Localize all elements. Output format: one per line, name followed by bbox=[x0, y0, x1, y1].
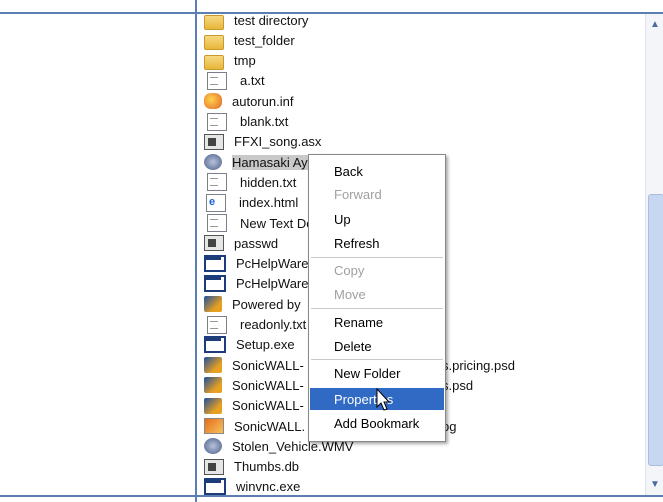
file-list-item[interactable]: blank.txt bbox=[204, 112, 288, 132]
file-list-item[interactable]: passwd bbox=[204, 233, 278, 253]
file-list-item[interactable]: a.txt bbox=[204, 71, 265, 91]
media-list-icon bbox=[204, 133, 224, 150]
file-name: autorun.inf bbox=[232, 93, 294, 109]
file-name: PcHelpWare bbox=[236, 256, 309, 272]
text-file-icon bbox=[207, 71, 227, 90]
file-list-item[interactable]: Hamasaki Ay bbox=[204, 152, 308, 172]
menu-item-add-bookmark[interactable]: Add Bookmark bbox=[310, 412, 444, 434]
file-list-item[interactable]: SonicWALL. pg bbox=[204, 416, 456, 436]
text-file-icon bbox=[207, 112, 227, 131]
file-list-item[interactable]: hidden.txt bbox=[204, 172, 296, 192]
file-name: FFXI_song.asx bbox=[234, 134, 322, 150]
folder-icon bbox=[204, 14, 224, 30]
menu-item-delete[interactable]: Delete bbox=[310, 335, 444, 357]
file-name: readonly.txt bbox=[240, 317, 307, 332]
file-list-item[interactable]: Powered by bbox=[204, 294, 301, 314]
image-file-icon bbox=[204, 296, 222, 313]
file-list-item[interactable]: autorun.inf bbox=[204, 91, 293, 111]
menu-item-rename[interactable]: Rename bbox=[310, 311, 444, 333]
media-file-icon bbox=[204, 154, 222, 171]
folder-icon bbox=[204, 55, 224, 71]
system-file-icon bbox=[204, 235, 224, 252]
application-icon bbox=[204, 275, 226, 293]
menu-separator bbox=[311, 359, 443, 360]
file-name: New Text Do bbox=[240, 215, 314, 231]
file-list-item[interactable]: Thumbs.db bbox=[204, 457, 299, 477]
menu-separator bbox=[311, 257, 443, 258]
menu-item-back[interactable]: Back bbox=[310, 160, 444, 182]
file-name: winvnc.exe bbox=[236, 479, 301, 495]
application-icon bbox=[204, 255, 226, 273]
menu-separator bbox=[311, 308, 443, 309]
file-list-item[interactable]: SonicWALL-s.psd bbox=[204, 375, 473, 395]
file-name: blank.txt bbox=[240, 114, 289, 129]
image-file-icon bbox=[204, 418, 224, 434]
pane-splitter[interactable] bbox=[195, 0, 197, 502]
file-name: a.txt bbox=[240, 73, 265, 89]
folder-icon bbox=[204, 34, 224, 50]
mouse-pointer-icon bbox=[376, 388, 391, 411]
text-file-icon bbox=[207, 214, 227, 232]
file-name: SonicWALL- bbox=[232, 377, 304, 393]
file-name: hidden.txt bbox=[240, 174, 297, 190]
file-name: index.html bbox=[239, 195, 299, 211]
text-file-icon bbox=[207, 173, 227, 192]
scroll-down-button[interactable]: ▼ bbox=[647, 476, 663, 492]
file-name-suffix: s.psd bbox=[442, 377, 474, 393]
file-list-item[interactable]: test_folder bbox=[204, 30, 295, 50]
application-icon bbox=[204, 336, 226, 354]
vertical-scrollbar[interactable]: ▲ ▼ bbox=[645, 14, 663, 495]
file-name: PcHelpWare bbox=[236, 276, 309, 292]
application-icon bbox=[204, 478, 226, 495]
menu-item-refresh[interactable]: Refresh bbox=[310, 232, 444, 254]
menu-item-forward[interactable]: Forward bbox=[310, 183, 444, 205]
scrollbar-thumb[interactable] bbox=[648, 194, 663, 466]
file-list-item[interactable]: readonly.txt bbox=[204, 315, 306, 335]
file-name: tmp bbox=[234, 53, 256, 69]
file-name: SonicWALL- bbox=[232, 357, 304, 373]
settings-file-icon bbox=[204, 93, 222, 110]
file-list-item[interactable]: FFXI_song.asx bbox=[204, 132, 321, 152]
photoshop-file-icon bbox=[204, 357, 222, 374]
file-name-suffix: s.pricing.psd bbox=[442, 357, 515, 373]
menu-item-up[interactable]: Up bbox=[310, 208, 444, 230]
file-list-item[interactable]: tmp bbox=[204, 51, 256, 71]
file-list-item[interactable]: PcHelpWare bbox=[204, 274, 308, 294]
photoshop-file-icon bbox=[204, 397, 222, 414]
text-file-icon bbox=[207, 315, 227, 334]
file-name: Thumbs.db bbox=[234, 459, 300, 475]
file-name: Powered by bbox=[232, 296, 301, 312]
media-file-icon bbox=[204, 438, 222, 455]
html-file-icon bbox=[206, 193, 226, 212]
system-file-icon bbox=[204, 458, 224, 475]
file-list-item[interactable]: SonicWALL- bbox=[204, 396, 304, 416]
file-list-item[interactable]: SonicWALL-s.pricing.psd bbox=[204, 355, 515, 375]
file-list-item[interactable]: test directory bbox=[204, 10, 308, 30]
file-name: test directory bbox=[234, 12, 309, 28]
file-list-item[interactable]: Setup.exe bbox=[204, 335, 295, 355]
menu-item-copy[interactable]: Copy bbox=[310, 259, 444, 281]
file-list-item[interactable]: PcHelpWare bbox=[204, 254, 308, 274]
file-list-item[interactable]: New Text Do bbox=[204, 213, 313, 233]
scroll-up-button[interactable]: ▲ bbox=[647, 16, 663, 32]
file-list-item[interactable]: winvnc.exe bbox=[204, 477, 300, 495]
photoshop-file-icon bbox=[204, 377, 222, 394]
file-name: Hamasaki Ay bbox=[232, 154, 308, 170]
file-name: SonicWALL- bbox=[232, 398, 304, 414]
file-list-item[interactable]: index.html bbox=[204, 193, 298, 213]
file-name: SonicWALL. bbox=[234, 418, 306, 434]
menu-item-new-folder[interactable]: New Folder bbox=[310, 362, 444, 384]
file-name: test_folder bbox=[234, 32, 295, 48]
file-name: passwd bbox=[234, 235, 279, 251]
file-name: Setup.exe bbox=[236, 337, 295, 353]
menu-item-move[interactable]: Move bbox=[310, 283, 444, 305]
pane-bottom-border bbox=[0, 495, 663, 497]
